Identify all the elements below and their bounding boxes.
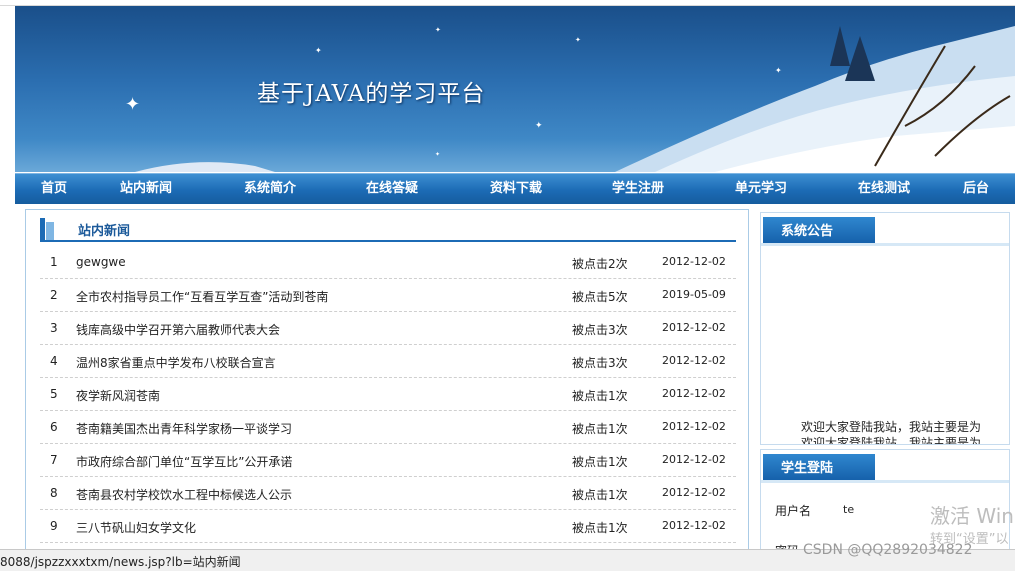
news-title-link[interactable]: 夜学新风润苍南 [76,387,160,404]
news-title-link[interactable]: 市政府综合部门单位“互学互比”公开承诺 [76,453,292,470]
news-row: 7 市政府综合部门单位“互学互比”公开承诺 被点击1次 2012-12-02 [40,444,736,477]
news-date: 2012-12-02 [662,519,726,532]
announcement-panel: 系统公告 欢迎大家登陆我站，我站主要是为 欢迎大家登陆我站，我站主要是为 [760,212,1010,445]
username-input[interactable]: te [843,503,854,516]
row-number: 4 [50,354,58,368]
news-row: 3 钱库高级中学召开第六届教师代表大会 被点击3次 2012-12-02 [40,312,736,345]
nav-student-register[interactable]: 学生注册 [612,174,664,204]
header-marker-accent [46,222,54,240]
row-number: 7 [50,453,58,467]
click-count: 被点击1次 [572,389,628,403]
login-title: 学生登陆 [763,454,875,480]
row-number: 6 [50,420,58,434]
header-marker-icon [40,218,45,240]
nav-system-intro[interactable]: 系统简介 [244,174,296,204]
nav-site-news[interactable]: 站内新闻 [120,174,172,204]
main-navigation: 首页 站内新闻 系统简介 在线答疑 资料下载 学生注册 单元学习 在线测试 后台 [15,173,1015,204]
news-title-link[interactable]: 苍南县农村学校饮水工程中标候选人公示 [76,486,292,503]
row-number: 9 [50,519,58,533]
csdn-watermark: CSDN @QQ2892034822 [803,542,973,558]
news-date: 2012-12-02 [662,420,726,433]
news-row: 8 苍南县农村学校饮水工程中标候选人公示 被点击1次 2012-12-02 [40,477,736,510]
news-row: 6 苍南籍美国杰出青年科学家杨一平谈学习 被点击1次 2012-12-02 [40,411,736,444]
news-panel-title: 站内新闻 [78,224,131,239]
nav-admin[interactable]: 后台 [963,174,989,204]
news-date: 2012-12-02 [662,453,726,466]
click-count: 被点击3次 [572,356,628,370]
news-panel-header: 站内新闻 [40,218,736,242]
windows-activation-watermark: 激活 Win [930,504,1014,528]
news-panel: 站内新闻 1 gewgwe 被点击2次 2012-12-02 2 全市农村指导员… [25,209,749,551]
row-number: 3 [50,321,58,335]
panel-divider [761,243,1009,246]
news-title-link[interactable]: 全市农村指导员工作“互看互学互查”活动到苍南 [76,288,328,305]
news-title-link[interactable]: 温州8家省重点中学发布八校联合宣言 [76,354,276,371]
announcement-text: 欢迎大家登陆我站，我站主要是为 [801,420,982,434]
snowy-landscape-illustration [135,26,1015,172]
news-title-link[interactable]: 钱库高级中学召开第六届教师代表大会 [76,321,280,338]
news-date: 2012-12-02 [662,255,726,268]
click-count: 被点击5次 [572,290,628,304]
news-date: 2012-12-02 [662,486,726,499]
news-date: 2012-12-02 [662,387,726,400]
click-count: 被点击1次 [572,422,628,436]
site-title: 基于JAVA的学习平台 [257,81,486,107]
news-title-link[interactable]: 苍南籍美国杰出青年科学家杨一平谈学习 [76,420,292,437]
site-banner: ✦ ✦ ✦ ✦ ✦ ✦ ✦ 基于JAVA的学习平台 [15,6,1015,172]
row-number: 1 [50,255,58,269]
news-title-link[interactable]: 三八节矾山妇女学文化 [76,519,196,536]
news-row: 2 全市农村指导员工作“互看互学互查”活动到苍南 被点击5次 2019-05-0… [40,279,736,312]
news-row: 5 夜学新风润苍南 被点击1次 2012-12-02 [40,378,736,411]
news-date: 2012-12-02 [662,321,726,334]
nav-downloads[interactable]: 资料下载 [490,174,542,204]
news-row: 9 三八节矾山妇女学文化 被点击1次 2012-12-02 [40,510,736,543]
news-date: 2019-05-09 [662,288,726,301]
click-count: 被点击3次 [572,323,628,337]
click-count: 被点击1次 [572,521,628,535]
announcement-title: 系统公告 [763,217,875,243]
announcement-text-scrolling: 欢迎大家登陆我站，我站主要是为 [801,436,982,445]
nav-home[interactable]: 首页 [41,174,67,204]
news-row: 4 温州8家省重点中学发布八校联合宣言 被点击3次 2012-12-02 [40,345,736,378]
status-url: 8088/jspzzxxxtxm/news.jsp?lb=站内新闻 [0,555,241,569]
row-number: 8 [50,486,58,500]
nav-online-test[interactable]: 在线测试 [858,174,910,204]
news-title-link[interactable]: gewgwe [76,255,126,269]
row-number: 2 [50,288,58,302]
click-count: 被点击1次 [572,455,628,469]
click-count: 被点击1次 [572,488,628,502]
news-row: 1 gewgwe 被点击2次 2012-12-02 [40,246,736,279]
row-number: 5 [50,387,58,401]
username-label: 用户名 [775,504,812,518]
nav-unit-study[interactable]: 单元学习 [735,174,787,204]
panel-divider [761,480,1009,483]
click-count: 被点击2次 [572,257,628,271]
news-date: 2012-12-02 [662,354,726,367]
nav-online-qa[interactable]: 在线答疑 [366,174,418,204]
